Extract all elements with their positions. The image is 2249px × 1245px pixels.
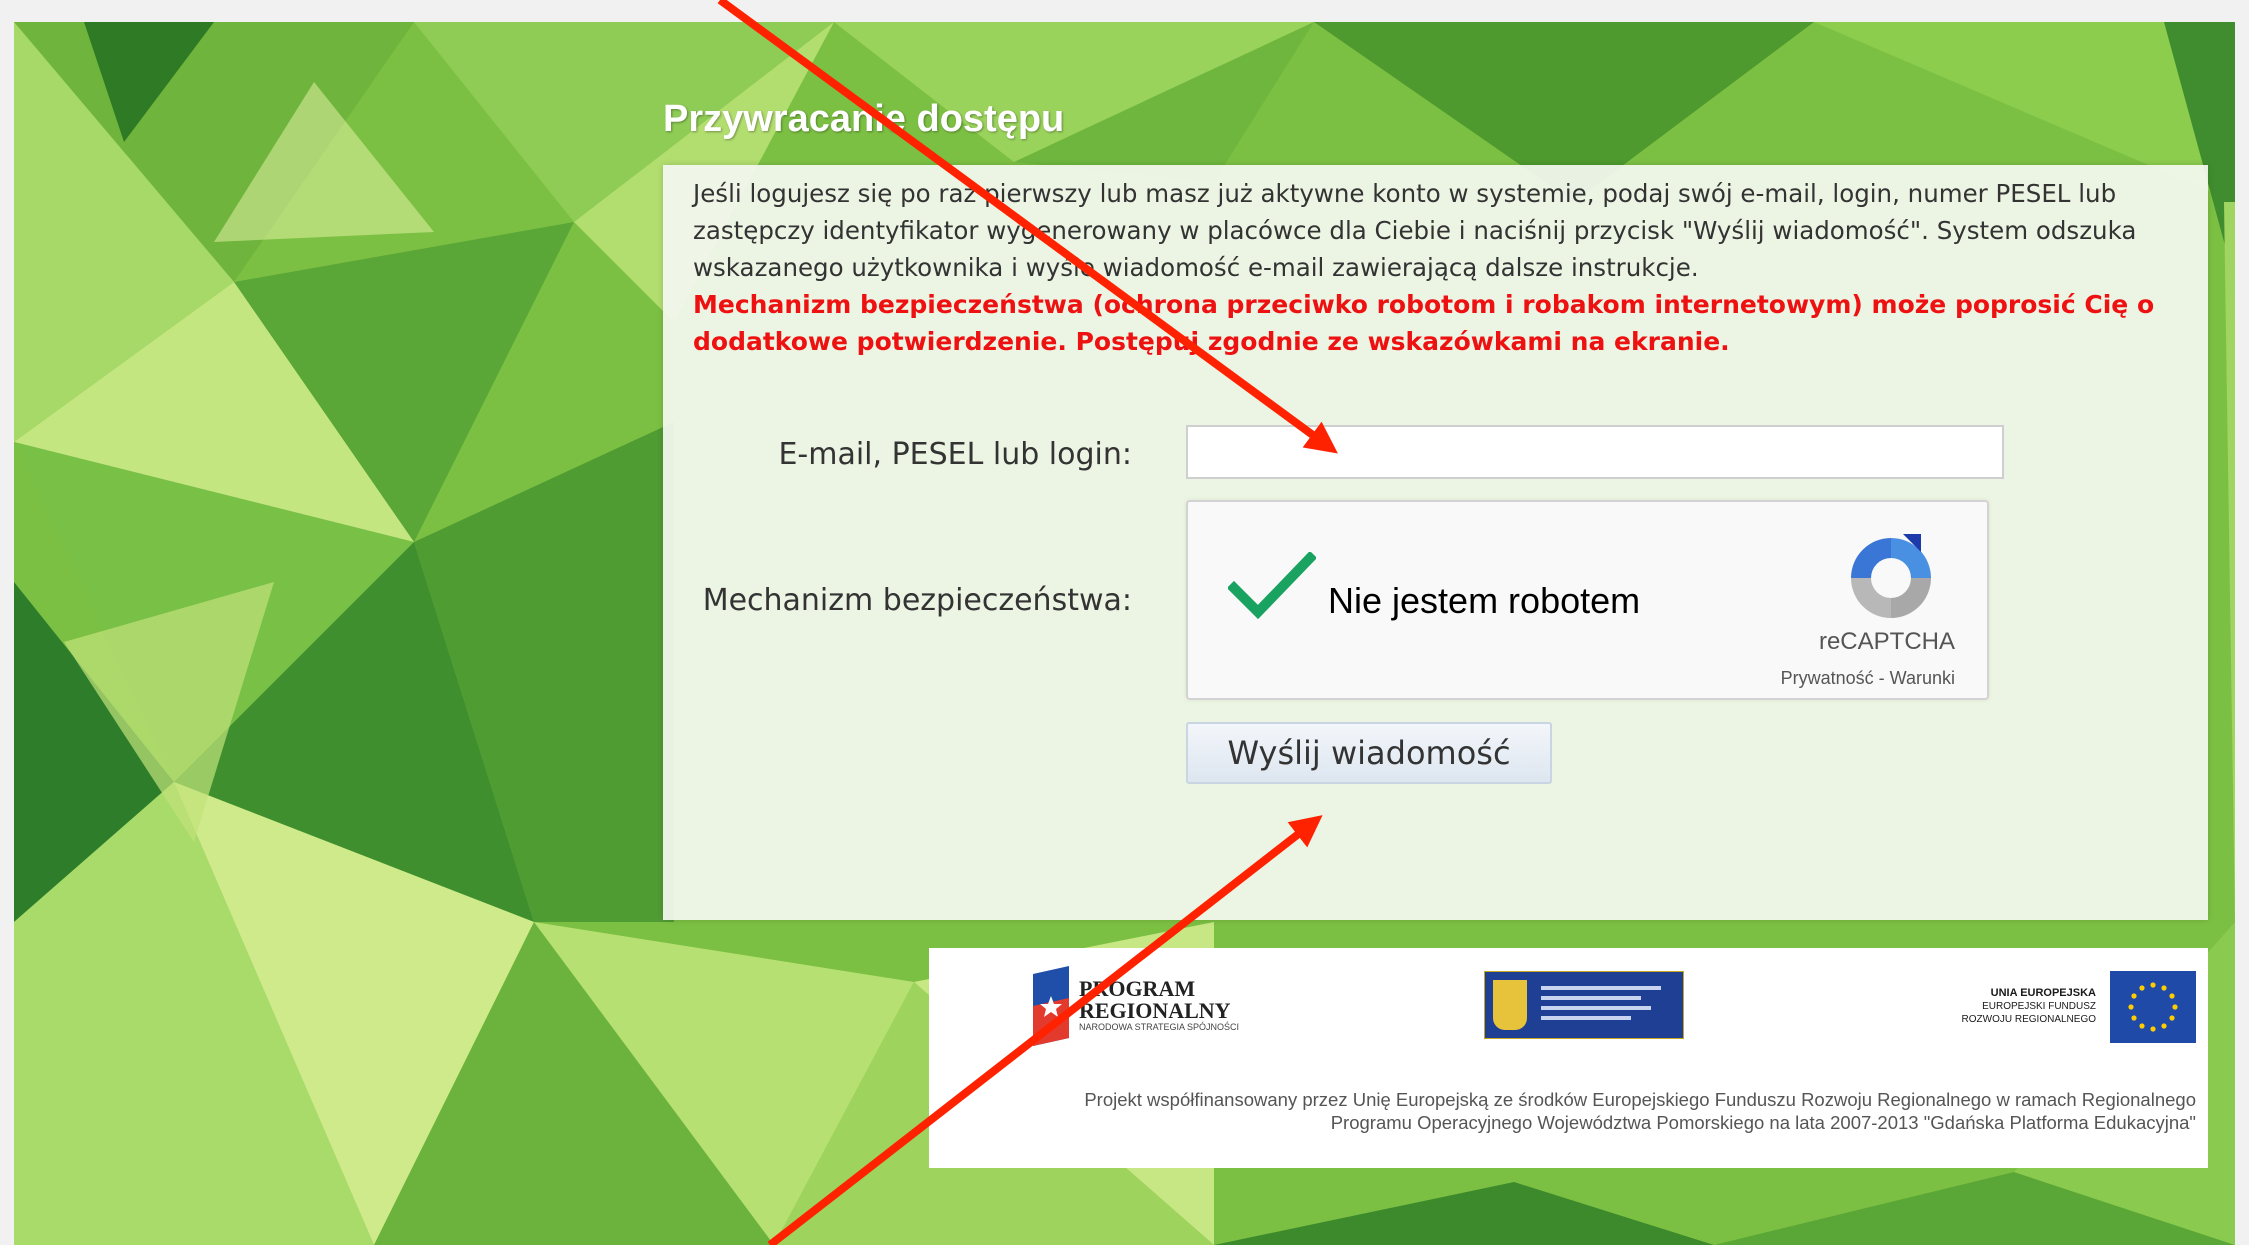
recaptcha-brand: reCAPTCHA xyxy=(1818,628,1955,655)
email-field-label: E-mail, PESEL lub login: xyxy=(778,437,1132,472)
recaptcha-privacy-terms-links[interactable]: Prywatność - Warunki xyxy=(1781,668,1955,689)
pomorskie-logo xyxy=(1484,971,1684,1039)
eu-fund-line1: EUROPEJSKI FUNDUSZ xyxy=(1982,1001,2096,1012)
program-logo-subtitle: NARODOWA STRATEGIA SPÓJNOŚCI xyxy=(1079,1022,1240,1032)
checkmark-icon[interactable] xyxy=(1228,552,1316,622)
recaptcha-logo-icon xyxy=(1851,534,1931,618)
recaptcha-widget[interactable]: Nie jestem robotem reCAPTCHA Prywatność … xyxy=(1186,500,1989,700)
eu-title: UNIA EUROPEJSKA xyxy=(1990,987,2096,999)
program-regionalny-flag-icon xyxy=(1033,966,1069,1046)
eu-fund-line2: ROZWOJU REGIONALNEGO xyxy=(1961,1014,2096,1025)
pomorskie-crest-icon xyxy=(1493,980,1527,1030)
eu-flag-icon xyxy=(2110,971,2196,1043)
intro-text: Jeśli logujesz się po raz pierwszy lub m… xyxy=(693,179,2137,282)
not-robot-label[interactable]: Nie jestem robotem xyxy=(1328,580,1640,622)
security-mechanism-label: Mechanizm bezpieczeństwa: xyxy=(702,583,1132,618)
security-warning: Mechanizm bezpieczeństwa (ochrona przeci… xyxy=(693,290,2155,356)
send-message-button[interactable]: Wyślij wiadomość xyxy=(1186,722,1552,784)
footer-sponsors: PROGRAM REGIONALNY NARODOWA STRATEGIA SP… xyxy=(929,948,2208,1168)
program-logo-line1: PROGRAM xyxy=(1079,976,1196,1001)
recovery-panel: Jeśli logujesz się po raz pierwszy lub m… xyxy=(663,165,2208,920)
eu-logo: UNIA EUROPEJSKA EUROPEJSKI FUNDUSZ ROZWO… xyxy=(1796,971,2196,1043)
cofinancing-note: Projekt współfinansowany przez Unię Euro… xyxy=(1084,1089,2196,1133)
page-title: Przywracanie dostępu xyxy=(663,98,1065,140)
program-logo-line2: REGIONALNY xyxy=(1079,998,1231,1023)
email-pesel-login-input[interactable] xyxy=(1186,425,2004,479)
